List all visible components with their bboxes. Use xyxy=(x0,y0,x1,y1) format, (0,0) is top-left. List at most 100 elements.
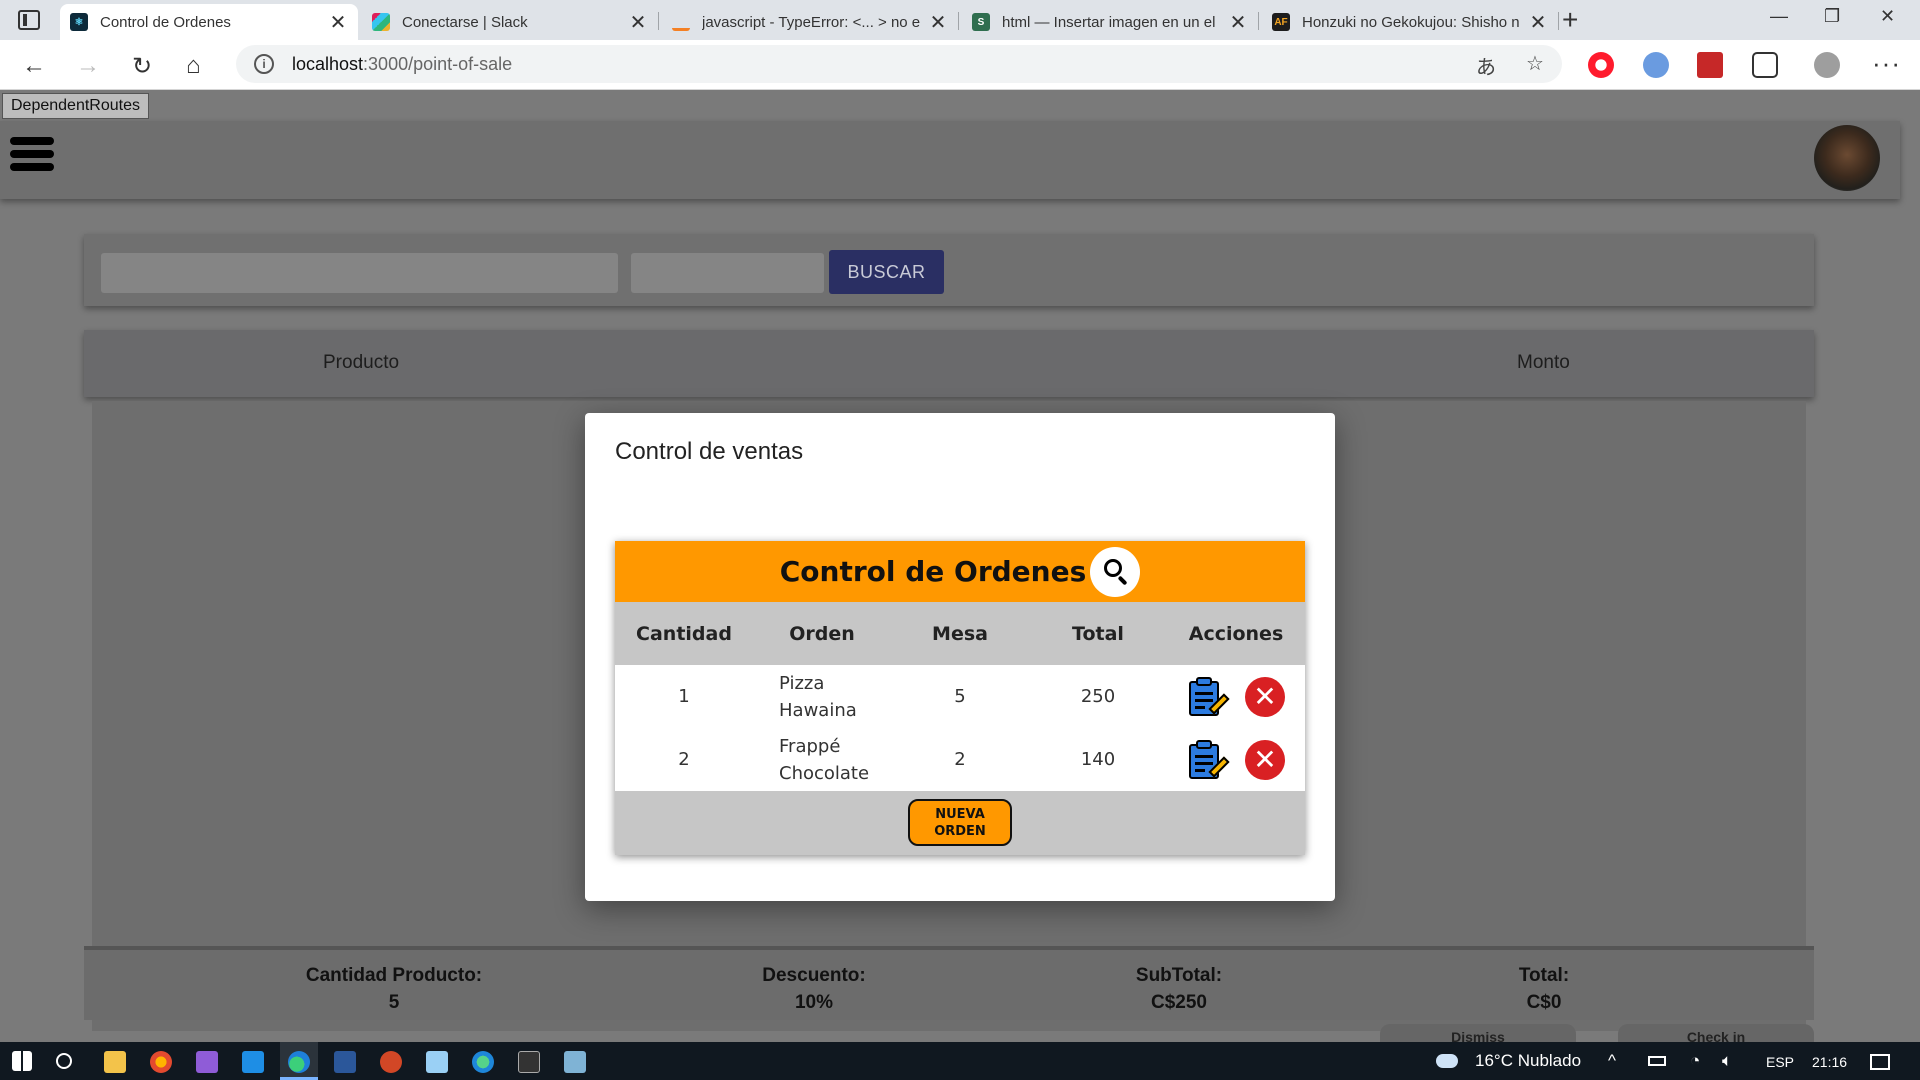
battery-icon[interactable] xyxy=(1648,1056,1666,1066)
chevron-up-icon[interactable]: ^ xyxy=(1608,1051,1616,1071)
totals-bar: Cantidad Producto: 5 Descuento: 10% SubT… xyxy=(84,946,1814,1020)
dependent-routes-button[interactable]: DependentRoutes xyxy=(2,93,149,119)
weather-text[interactable]: 16°C Nublado xyxy=(1475,1051,1581,1071)
edit-order-icon[interactable] xyxy=(1187,676,1230,718)
add-favorite-icon[interactable]: ☆ xyxy=(1526,51,1544,76)
read-aloud-icon[interactable]: あ xyxy=(1476,51,1496,80)
firefox-icon[interactable] xyxy=(150,1051,172,1073)
orders-header: Control de Ordenes xyxy=(615,541,1305,602)
react-favicon-icon: ⚛ xyxy=(70,13,88,31)
total-label: SubTotal: xyxy=(1135,965,1223,986)
url-host: localhost xyxy=(292,53,364,74)
opera-extension-icon[interactable] xyxy=(1588,52,1614,78)
close-tab-icon[interactable]: ✕ xyxy=(926,10,950,35)
back-arrow-icon[interactable]: ← xyxy=(22,52,46,80)
column-product: Producto xyxy=(323,352,400,373)
refresh-icon[interactable]: ↻ xyxy=(132,52,152,81)
search-code-input[interactable] xyxy=(631,253,824,293)
cell-mesa: 2 xyxy=(954,749,966,770)
column-orden: Orden xyxy=(789,622,855,645)
delete-order-icon[interactable]: ✕ xyxy=(1245,676,1285,717)
powerpoint-icon[interactable] xyxy=(380,1051,402,1073)
column-mesa: Mesa xyxy=(932,622,988,645)
word-icon[interactable] xyxy=(334,1051,356,1073)
search-product-input[interactable] xyxy=(101,253,618,293)
edge-dev-icon[interactable] xyxy=(288,1051,310,1073)
language-indicator[interactable]: ESP xyxy=(1766,1054,1794,1070)
tab-html-imagen[interactable]: S html — Insertar imagen en un el ✕ xyxy=(962,4,1258,40)
animeflv-favicon-icon: AF xyxy=(1272,13,1290,31)
orders-rows: 1 Pizza Hawaina 5 250 ✕ 2 Frappé Chocola… xyxy=(615,665,1305,791)
cell-total: 140 xyxy=(1080,749,1116,770)
total-subtotal: SubTotal: C$250 xyxy=(1084,962,1274,1016)
file-explorer-icon[interactable] xyxy=(104,1051,126,1073)
stackoverflow-favicon-icon xyxy=(672,13,690,31)
total-discount: Descuento: 10% xyxy=(714,962,914,1016)
orders-column-headers: Cantidad Orden Mesa Total Acciones xyxy=(615,602,1305,665)
visual-studio-icon[interactable] xyxy=(196,1051,218,1073)
tab-title: Honzuki no Gekokujou: Shisho n xyxy=(1302,13,1520,31)
app-icon[interactable] xyxy=(426,1051,448,1073)
extension-icon[interactable] xyxy=(1643,52,1669,78)
restore-window-button[interactable]: ❐ xyxy=(1824,6,1840,27)
cell-acciones: ✕ xyxy=(1167,739,1305,781)
vscode-icon[interactable] xyxy=(242,1051,264,1073)
app-icon[interactable] xyxy=(564,1051,586,1073)
notifications-icon[interactable] xyxy=(1870,1054,1890,1070)
volume-icon[interactable]: 🔈︎ xyxy=(1722,1051,1732,1071)
close-tab-icon[interactable]: ✕ xyxy=(626,10,650,35)
orden-line: Hawaina xyxy=(779,699,857,721)
edit-order-icon[interactable] xyxy=(1187,739,1230,781)
page-content: DependentRoutes BUSCAR Producto Monto Ca… xyxy=(0,91,1920,1044)
dismiss-button[interactable]: Dismiss xyxy=(1380,1024,1576,1044)
search-button[interactable]: BUSCAR xyxy=(829,250,944,294)
total-value: 5 xyxy=(388,992,400,1013)
sales-control-modal: Control de ventas Control de Ordenes Can… xyxy=(585,413,1335,901)
extensions-puzzle-icon[interactable] xyxy=(1752,52,1778,78)
close-tab-icon[interactable]: ✕ xyxy=(326,10,350,35)
close-tab-icon[interactable]: ✕ xyxy=(1226,10,1250,35)
delete-order-icon[interactable]: ✕ xyxy=(1245,739,1285,780)
cell-acciones: ✕ xyxy=(1167,676,1305,718)
minimize-window-button[interactable]: — xyxy=(1770,6,1788,27)
tab-actions-icon[interactable] xyxy=(18,10,40,30)
profile-icon[interactable] xyxy=(1814,52,1840,78)
tab-control-de-ordenes[interactable]: ⚛ Control de Ordenes ✕ xyxy=(60,4,358,40)
search-orders-button[interactable] xyxy=(1090,546,1141,597)
orden-line: Frappé xyxy=(779,735,841,757)
more-menu-icon[interactable]: ··· xyxy=(1872,48,1901,79)
home-icon[interactable]: ⌂ xyxy=(186,52,201,80)
site-info-icon[interactable]: i xyxy=(254,54,274,74)
extension-icon[interactable] xyxy=(1697,52,1723,78)
address-bar[interactable]: i localhost :3000/point-of-sale あ ☆ xyxy=(236,45,1562,83)
cell-orden: Frappé Chocolate xyxy=(753,733,891,787)
search-icon[interactable] xyxy=(56,1053,72,1069)
clock[interactable]: 21:16 xyxy=(1812,1054,1847,1070)
tab-separator xyxy=(958,12,959,30)
close-tab-icon[interactable]: ✕ xyxy=(1526,10,1550,35)
orders-footer: NUEVA ORDEN xyxy=(615,791,1305,854)
cloud-icon xyxy=(1436,1054,1458,1068)
windows-taskbar: 16°C Nublado ^ ◔ 🔈︎ ESP 21:16 xyxy=(0,1042,1920,1080)
tab-separator xyxy=(1258,12,1259,30)
edge-icon[interactable] xyxy=(472,1051,494,1073)
new-tab-button[interactable]: + xyxy=(1562,4,1578,36)
forward-arrow-icon[interactable]: → xyxy=(76,52,100,80)
avatar[interactable] xyxy=(1814,125,1880,191)
check-in-button[interactable]: Check in xyxy=(1618,1024,1814,1044)
wifi-icon[interactable]: ◔ xyxy=(1690,1051,1700,1071)
tab-stackoverflow[interactable]: javascript - TypeError: <... > no e ✕ xyxy=(662,4,958,40)
new-order-button[interactable]: NUEVA ORDEN xyxy=(908,799,1012,846)
tab-honzuki[interactable]: AF Honzuki no Gekokujou: Shisho n ✕ xyxy=(1262,4,1558,40)
orders-table-card: Control de Ordenes Cantidad Orden Mesa T… xyxy=(615,541,1305,855)
terminal-icon[interactable] xyxy=(518,1051,540,1073)
total-value: C$0 xyxy=(1526,992,1562,1013)
tab-separator xyxy=(658,12,659,30)
hamburger-menu-icon[interactable] xyxy=(10,137,54,176)
tab-slack[interactable]: Conectarse | Slack ✕ xyxy=(362,4,658,40)
cell-total: 250 xyxy=(1080,686,1116,707)
cell-cantidad: 2 xyxy=(678,749,690,770)
app-bar xyxy=(0,121,1900,199)
windows-start-icon[interactable] xyxy=(12,1051,32,1071)
close-window-button[interactable]: ✕ xyxy=(1880,6,1895,27)
